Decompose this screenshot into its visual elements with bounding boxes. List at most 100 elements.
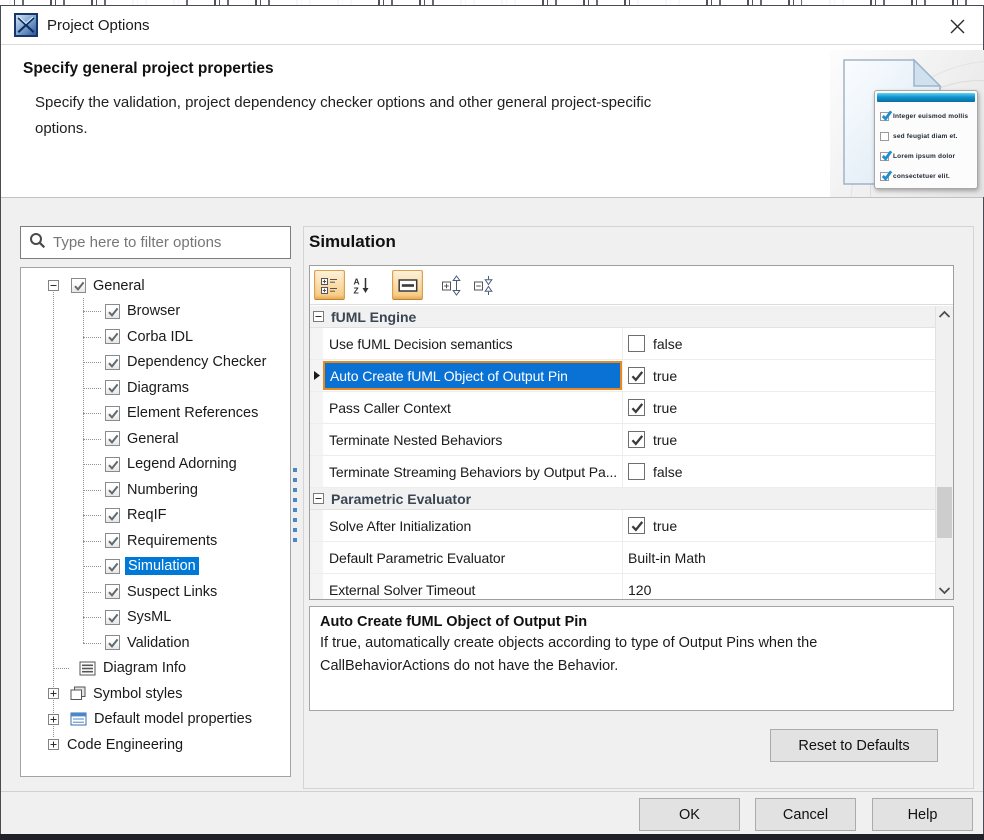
row-gutter — [310, 456, 323, 487]
collapse-all-button[interactable] — [468, 270, 499, 300]
property-group-fuml-engine[interactable]: fUML Engine — [310, 306, 935, 328]
tree-item-label: Corba IDL — [127, 328, 194, 345]
row-gutter — [310, 424, 323, 455]
property-value-text: 120 — [628, 581, 652, 598]
tree-checkbox[interactable] — [105, 609, 120, 625]
options-illustration: Integer euismod mollis sed feugiat diam e… — [830, 50, 984, 197]
property-value[interactable]: Built-in Math — [622, 542, 935, 573]
tree-checkbox[interactable] — [105, 482, 120, 498]
tree-item-symbol-styles[interactable]: Symbol styles — [21, 681, 290, 707]
tree-item-element-references[interactable]: Element References — [21, 401, 290, 427]
tree-checkbox[interactable] — [71, 278, 86, 294]
sort-alphabetically-button[interactable]: A Z — [346, 270, 377, 300]
tree-item-requirements[interactable]: Requirements — [21, 528, 290, 554]
property-value[interactable]: false — [622, 456, 935, 487]
property-value[interactable]: true — [622, 424, 935, 455]
property-row-terminate-nested-behaviors[interactable]: Terminate Nested Behaviors true — [310, 424, 935, 456]
tree-item-label: Diagram Info — [103, 660, 187, 677]
value-checkbox[interactable] — [628, 367, 645, 384]
filter-input[interactable] — [53, 234, 290, 251]
value-checkbox[interactable] — [628, 517, 645, 534]
expand-box-icon[interactable] — [47, 712, 60, 726]
titlebar: Project Options — [1, 6, 983, 45]
close-button[interactable] — [943, 13, 971, 39]
show-description-button[interactable] — [392, 270, 423, 300]
categorized-view-button[interactable] — [314, 270, 345, 300]
expand-box-icon[interactable] — [47, 687, 60, 701]
tree-connector — [53, 668, 69, 669]
tree-item-default-model-properties[interactable]: Default model properties — [21, 707, 290, 733]
property-value[interactable]: true — [622, 392, 935, 423]
property-row-default-parametric-evaluator[interactable]: Default Parametric Evaluator Built-in Mat… — [310, 542, 935, 574]
tree-checkbox[interactable] — [105, 635, 120, 651]
value-checkbox[interactable] — [628, 431, 645, 448]
checklist-card: Integer euismod mollis sed feugiat diam e… — [874, 90, 978, 189]
property-value[interactable]: true — [622, 360, 935, 391]
tree-checkbox[interactable] — [105, 303, 120, 319]
tree-item-label: Code Engineering — [67, 736, 184, 753]
property-row-terminate-streaming-behaviors-by-output-pa[interactable]: Terminate Streaming Behaviors by Output … — [310, 456, 935, 488]
help-button[interactable]: Help — [872, 798, 973, 831]
property-value[interactable]: false — [622, 328, 935, 359]
expand-all-button[interactable] — [436, 270, 467, 300]
value-checkbox[interactable] — [628, 335, 645, 352]
collapse-box-icon[interactable] — [313, 311, 324, 322]
tree-item-general[interactable]: General — [21, 426, 290, 452]
tree-item-sysml[interactable]: SysML — [21, 605, 290, 631]
tree-checkbox[interactable] — [105, 507, 120, 523]
tree-checkbox[interactable] — [105, 405, 120, 421]
panel-splitter[interactable] — [291, 468, 299, 542]
property-row-external-solver-timeout[interactable]: External Solver Timeout 120 — [310, 574, 935, 599]
property-value-text: Built-in Math — [628, 549, 706, 566]
property-value[interactable]: 120 — [622, 574, 935, 599]
ok-button[interactable]: OK — [639, 798, 740, 831]
tree-item-corba-idl[interactable]: Corba IDL — [21, 324, 290, 350]
tree-item-code-engineering[interactable]: Code Engineering — [21, 732, 290, 758]
tree-item-suspect-links[interactable]: Suspect Links — [21, 579, 290, 605]
row-gutter — [310, 574, 323, 599]
tree-item-simulation[interactable]: Simulation — [21, 554, 290, 580]
tree-item-label: Symbol styles — [93, 685, 183, 702]
scroll-up-icon[interactable] — [936, 306, 953, 323]
tree-item-reqif[interactable]: ReqIF — [21, 503, 290, 529]
scrollbar-thumb[interactable] — [937, 487, 952, 538]
tree-item-dependency-checker[interactable]: Dependency Checker — [21, 350, 290, 376]
tree-checkbox[interactable] — [105, 329, 120, 345]
property-description-title: Auto Create fUML Object of Output Pin — [320, 614, 588, 630]
tree-checkbox[interactable] — [105, 431, 120, 447]
tree-item-legend-adorning[interactable]: Legend Adorning — [21, 452, 290, 478]
checklist-text: consectetuer elit. — [893, 172, 951, 180]
tree-checkbox[interactable] — [105, 558, 120, 574]
value-checkbox[interactable] — [628, 463, 645, 480]
header-title: Specify general project properties — [23, 60, 274, 77]
reset-to-defaults-button[interactable]: Reset to Defaults — [770, 729, 938, 762]
tree-item-general[interactable]: General — [21, 273, 290, 299]
property-value-text: false — [653, 463, 683, 480]
tree-item-numbering[interactable]: Numbering — [21, 477, 290, 503]
tree-checkbox[interactable] — [105, 584, 120, 600]
tree-item-validation[interactable]: Validation — [21, 630, 290, 656]
property-value[interactable]: true — [622, 510, 935, 541]
value-checkbox[interactable] — [628, 399, 645, 416]
tree-checkbox[interactable] — [105, 533, 120, 549]
tree-item-browser[interactable]: Browser — [21, 299, 290, 325]
property-row-solve-after-initialization[interactable]: Solve After Initialization true — [310, 510, 935, 542]
property-row-auto-create-fuml-object-of-output-pin[interactable]: Auto Create fUML Object of Output Pin tru… — [310, 360, 935, 392]
collapse-box-icon[interactable] — [313, 493, 324, 504]
expand-box-icon[interactable] — [47, 738, 60, 752]
collapse-box-icon[interactable] — [47, 279, 60, 293]
tree-checkbox[interactable] — [105, 380, 120, 396]
tree-item-diagram-info[interactable]: Diagram Info — [21, 656, 290, 682]
tree-checkbox[interactable] — [105, 456, 120, 472]
tree-item-label: General — [127, 430, 179, 447]
scroll-down-icon[interactable] — [936, 582, 953, 599]
tree-item-diagrams[interactable]: Diagrams — [21, 375, 290, 401]
filter-box — [20, 226, 291, 259]
table-scrollbar[interactable] — [935, 306, 953, 599]
property-row-pass-caller-context[interactable]: Pass Caller Context true — [310, 392, 935, 424]
tree-checkbox[interactable] — [105, 354, 120, 370]
property-row-use-fuml-decision-semantics[interactable]: Use fUML Decision semantics false — [310, 328, 935, 360]
property-group-parametric-evaluator[interactable]: Parametric Evaluator — [310, 488, 935, 510]
cancel-button[interactable]: Cancel — [755, 798, 856, 831]
tree-item-label: ReqIF — [127, 507, 167, 524]
